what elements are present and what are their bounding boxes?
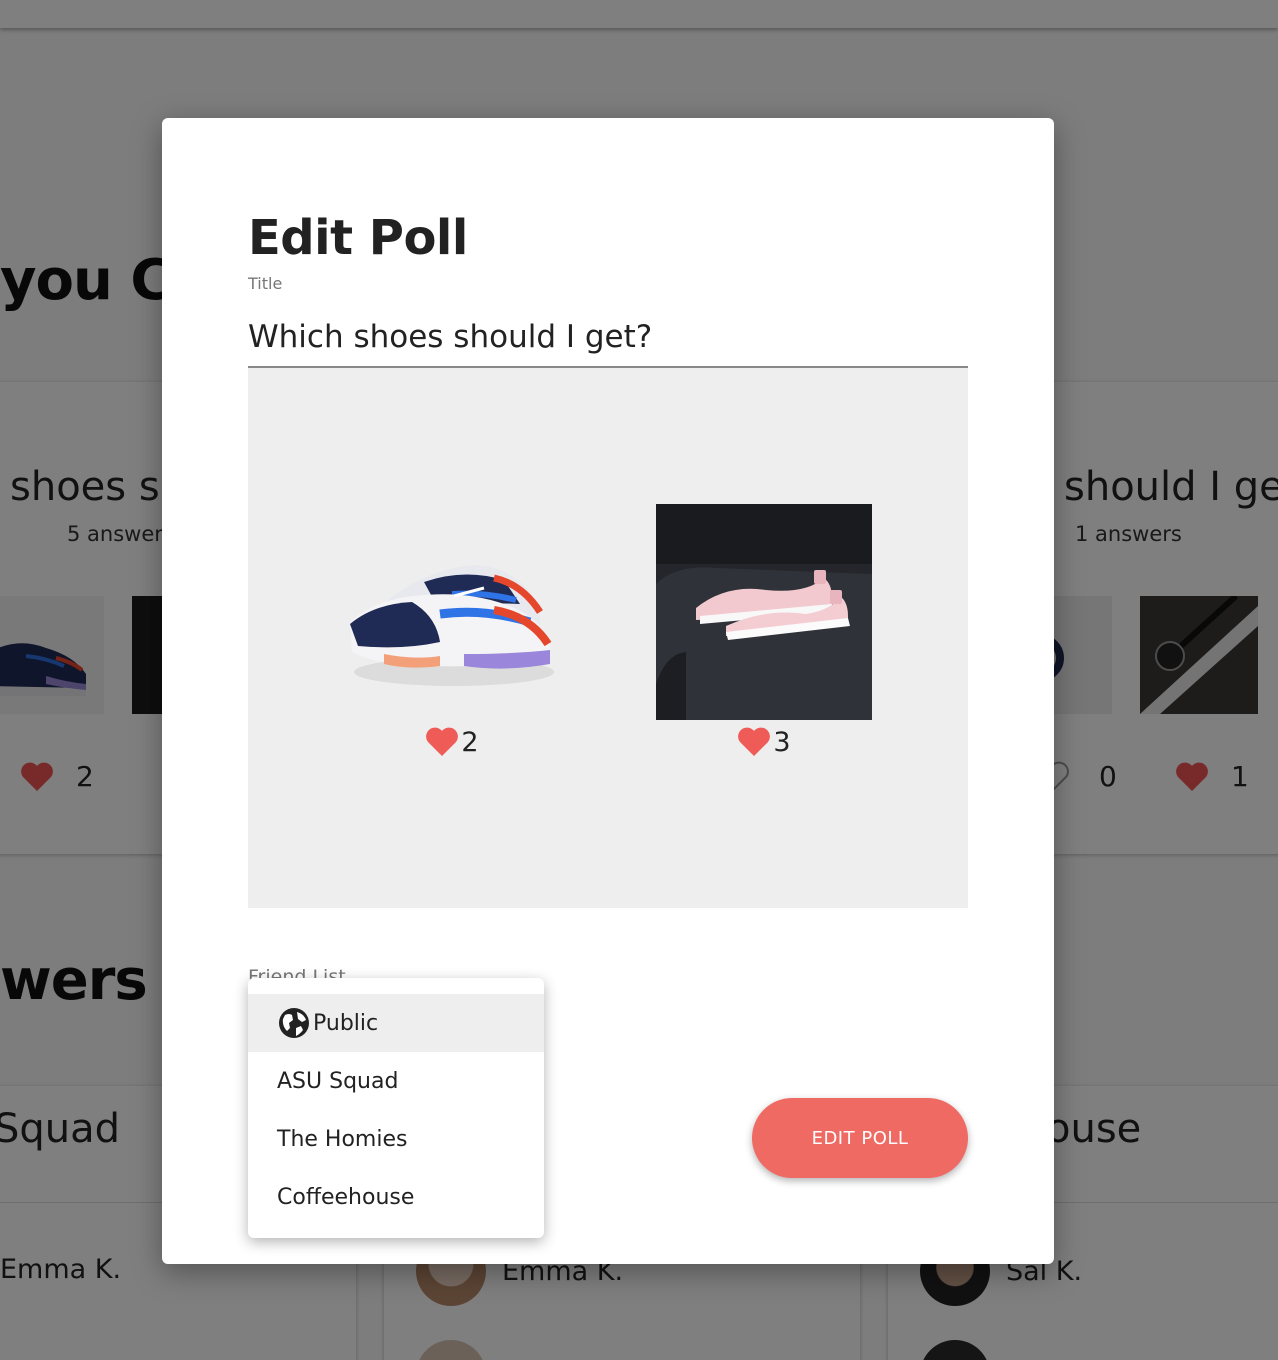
poll-option[interactable]: 3	[656, 504, 872, 758]
heart-icon[interactable]	[425, 726, 459, 758]
friend-list-dropdown-menu: Public ASU Squad The Homies Coffeehouse	[248, 978, 544, 1238]
menu-item-label: Coffeehouse	[277, 1184, 415, 1210]
option-image	[656, 504, 872, 720]
menu-item-asu-squad[interactable]: ASU Squad	[248, 1052, 544, 1110]
vote-count-value: 3	[773, 726, 791, 758]
title-field-label: Title	[248, 274, 283, 293]
option-vote-count: 3	[656, 726, 872, 758]
heart-icon[interactable]	[737, 726, 771, 758]
menu-item-label: ASU Squad	[277, 1068, 399, 1094]
option-vote-count: 2	[344, 726, 560, 758]
menu-item-label: Public	[313, 1010, 379, 1036]
globe-icon	[279, 1008, 309, 1038]
edit-poll-button[interactable]: EDIT POLL	[752, 1098, 968, 1178]
poll-option[interactable]: 2	[344, 504, 560, 758]
menu-item-public[interactable]: Public	[248, 994, 544, 1052]
menu-item-label: The Homies	[277, 1126, 408, 1152]
poll-title-input[interactable]	[248, 308, 968, 368]
vote-count-value: 2	[461, 726, 479, 758]
option-image	[344, 504, 560, 720]
menu-item-the-homies[interactable]: The Homies	[248, 1110, 544, 1168]
poll-options-area: 2 3	[248, 368, 968, 908]
menu-item-coffeehouse[interactable]: Coffeehouse	[248, 1168, 544, 1226]
dialog-title: Edit Poll	[248, 210, 468, 266]
